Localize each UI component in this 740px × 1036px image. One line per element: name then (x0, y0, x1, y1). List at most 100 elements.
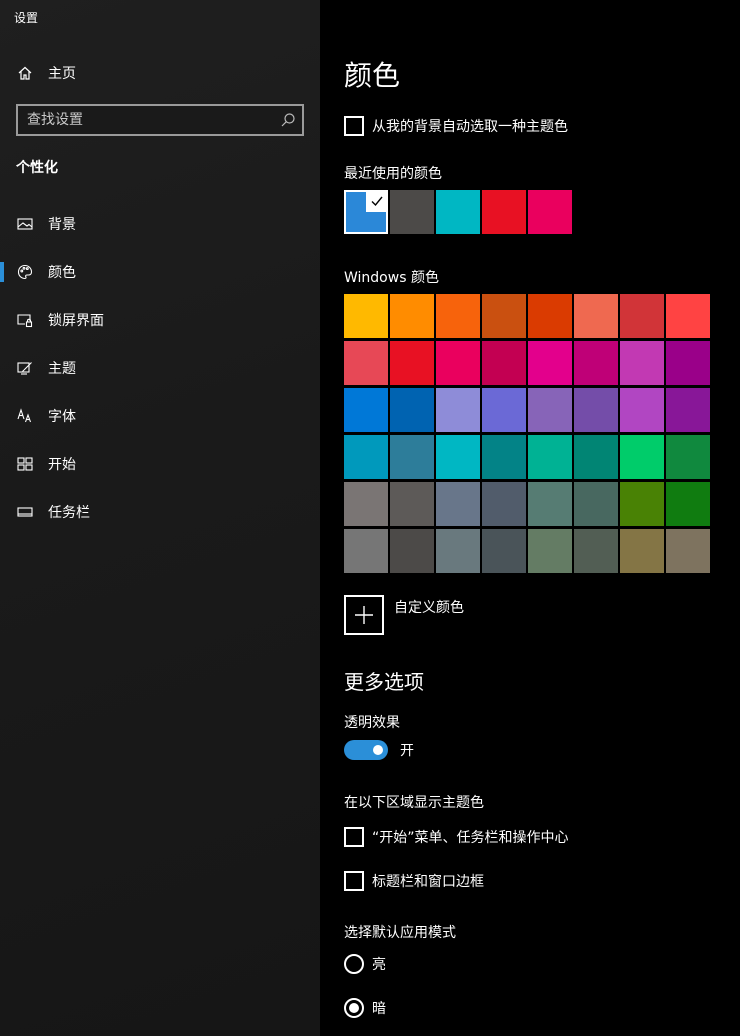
windows-color-swatch[interactable] (390, 294, 434, 338)
image-icon (16, 215, 34, 233)
start-icon (16, 455, 34, 473)
windows-color-swatch[interactable] (390, 482, 434, 526)
windows-color-swatch[interactable] (666, 482, 710, 526)
windows-color-swatch[interactable] (574, 341, 618, 385)
plus-icon (355, 606, 373, 624)
app-mode-dark-option[interactable]: 暗 (344, 998, 386, 1018)
windows-color-swatch[interactable] (574, 388, 618, 432)
sidebar-item-colors[interactable]: 颜色 (0, 252, 320, 292)
recent-color-swatch[interactable] (436, 190, 480, 234)
windows-color-swatch[interactable] (436, 529, 480, 573)
transparency-state: 开 (400, 743, 414, 759)
app-mode-dark-radio[interactable] (344, 998, 364, 1018)
recent-color-swatch[interactable] (390, 190, 434, 234)
windows-color-swatch[interactable] (574, 482, 618, 526)
windows-color-swatch[interactable] (666, 529, 710, 573)
accent-titlebar-label: 标题栏和窗口边框 (372, 874, 484, 890)
sidebar-item-themes[interactable]: 主题 (0, 348, 320, 388)
windows-color-swatch[interactable] (482, 482, 526, 526)
theme-icon (16, 359, 34, 377)
windows-color-swatch[interactable] (390, 529, 434, 573)
windows-color-swatch[interactable] (344, 529, 388, 573)
main-panel: 颜色 从我的背景自动选取一种主题色 最近使用的颜色 Windows 颜色 自定义… (320, 0, 740, 1036)
sidebar-item-label: 颜色 (48, 265, 76, 281)
windows-color-swatch[interactable] (344, 388, 388, 432)
windows-color-swatch[interactable] (528, 435, 572, 479)
window-title: 设置 (14, 11, 39, 25)
windows-color-swatch[interactable] (620, 529, 664, 573)
page-title: 颜色 (344, 59, 401, 92)
sidebar-item-background[interactable]: 背景 (0, 204, 320, 244)
windows-color-swatch[interactable] (620, 388, 664, 432)
windows-color-swatch[interactable] (436, 482, 480, 526)
accent-titlebar-option[interactable]: 标题栏和窗口边框 (344, 871, 484, 891)
recent-color-swatch[interactable] (528, 190, 572, 234)
custom-color-label: 自定义颜色 (394, 600, 464, 616)
windows-color-swatch[interactable] (482, 388, 526, 432)
accent-start-option[interactable]: “开始”菜单、任务栏和操作中心 (344, 827, 569, 847)
windows-color-swatch[interactable] (482, 294, 526, 338)
sidebar-item-label: 任务栏 (48, 505, 90, 521)
windows-color-swatch[interactable] (574, 294, 618, 338)
windows-color-swatch[interactable] (666, 294, 710, 338)
search-icon[interactable] (280, 112, 296, 128)
windows-color-swatch[interactable] (620, 482, 664, 526)
toggle-knob (373, 745, 383, 755)
windows-color-swatch[interactable] (344, 435, 388, 479)
recent-colors-title: 最近使用的颜色 (344, 166, 442, 182)
windows-color-swatch[interactable] (666, 388, 710, 432)
home-icon (16, 64, 34, 82)
windows-color-swatch[interactable] (528, 388, 572, 432)
search-box (16, 104, 304, 136)
custom-color-option[interactable]: 自定义颜色 (344, 595, 464, 635)
home-label: 主页 (48, 66, 76, 82)
windows-color-swatch[interactable] (390, 435, 434, 479)
lock-screen-icon (16, 311, 34, 329)
windows-color-swatch[interactable] (390, 341, 434, 385)
windows-color-swatch[interactable] (620, 294, 664, 338)
recent-color-swatch[interactable] (344, 190, 388, 234)
windows-color-swatch[interactable] (344, 294, 388, 338)
transparency-toggle[interactable] (344, 740, 388, 760)
auto-pick-option[interactable]: 从我的背景自动选取一种主题色 (344, 116, 568, 136)
windows-color-swatch[interactable] (620, 341, 664, 385)
sidebar-item-start[interactable]: 开始 (0, 444, 320, 484)
accent-start-checkbox[interactable] (344, 827, 364, 847)
sidebar-item-label: 主题 (48, 361, 76, 377)
windows-color-swatch[interactable] (344, 482, 388, 526)
windows-color-swatch[interactable] (436, 294, 480, 338)
app-mode-dark-label: 暗 (372, 1001, 386, 1017)
accent-titlebar-checkbox[interactable] (344, 871, 364, 891)
windows-color-swatch[interactable] (528, 482, 572, 526)
sidebar-item-label: 背景 (48, 217, 76, 233)
windows-color-swatch[interactable] (666, 435, 710, 479)
windows-color-swatch[interactable] (528, 529, 572, 573)
app-mode-light-option[interactable]: 亮 (344, 954, 386, 974)
windows-color-swatch[interactable] (344, 341, 388, 385)
app-mode-light-radio[interactable] (344, 954, 364, 974)
windows-color-swatch[interactable] (528, 341, 572, 385)
sidebar-item-home[interactable]: 主页 (0, 56, 320, 90)
custom-color-button[interactable] (344, 595, 384, 635)
windows-color-swatch[interactable] (436, 435, 480, 479)
auto-pick-checkbox[interactable] (344, 116, 364, 136)
search-input[interactable] (18, 106, 268, 134)
sidebar-item-lock-screen[interactable]: 锁屏界面 (0, 300, 320, 340)
sidebar-item-fonts[interactable]: 字体 (0, 396, 320, 436)
windows-color-swatch[interactable] (482, 341, 526, 385)
windows-color-swatch[interactable] (620, 435, 664, 479)
windows-color-swatch[interactable] (482, 435, 526, 479)
accent-start-label: “开始”菜单、任务栏和操作中心 (372, 830, 569, 846)
transparency-toggle-row[interactable]: 开 (344, 740, 414, 760)
windows-color-swatch[interactable] (528, 294, 572, 338)
windows-color-swatch[interactable] (436, 341, 480, 385)
windows-color-swatch[interactable] (390, 388, 434, 432)
accent-surfaces-title: 在以下区域显示主题色 (344, 795, 484, 811)
recent-color-swatch[interactable] (482, 190, 526, 234)
windows-color-swatch[interactable] (574, 435, 618, 479)
windows-color-swatch[interactable] (574, 529, 618, 573)
windows-color-swatch[interactable] (666, 341, 710, 385)
sidebar-item-taskbar[interactable]: 任务栏 (0, 492, 320, 532)
windows-color-swatch[interactable] (482, 529, 526, 573)
windows-color-swatch[interactable] (436, 388, 480, 432)
